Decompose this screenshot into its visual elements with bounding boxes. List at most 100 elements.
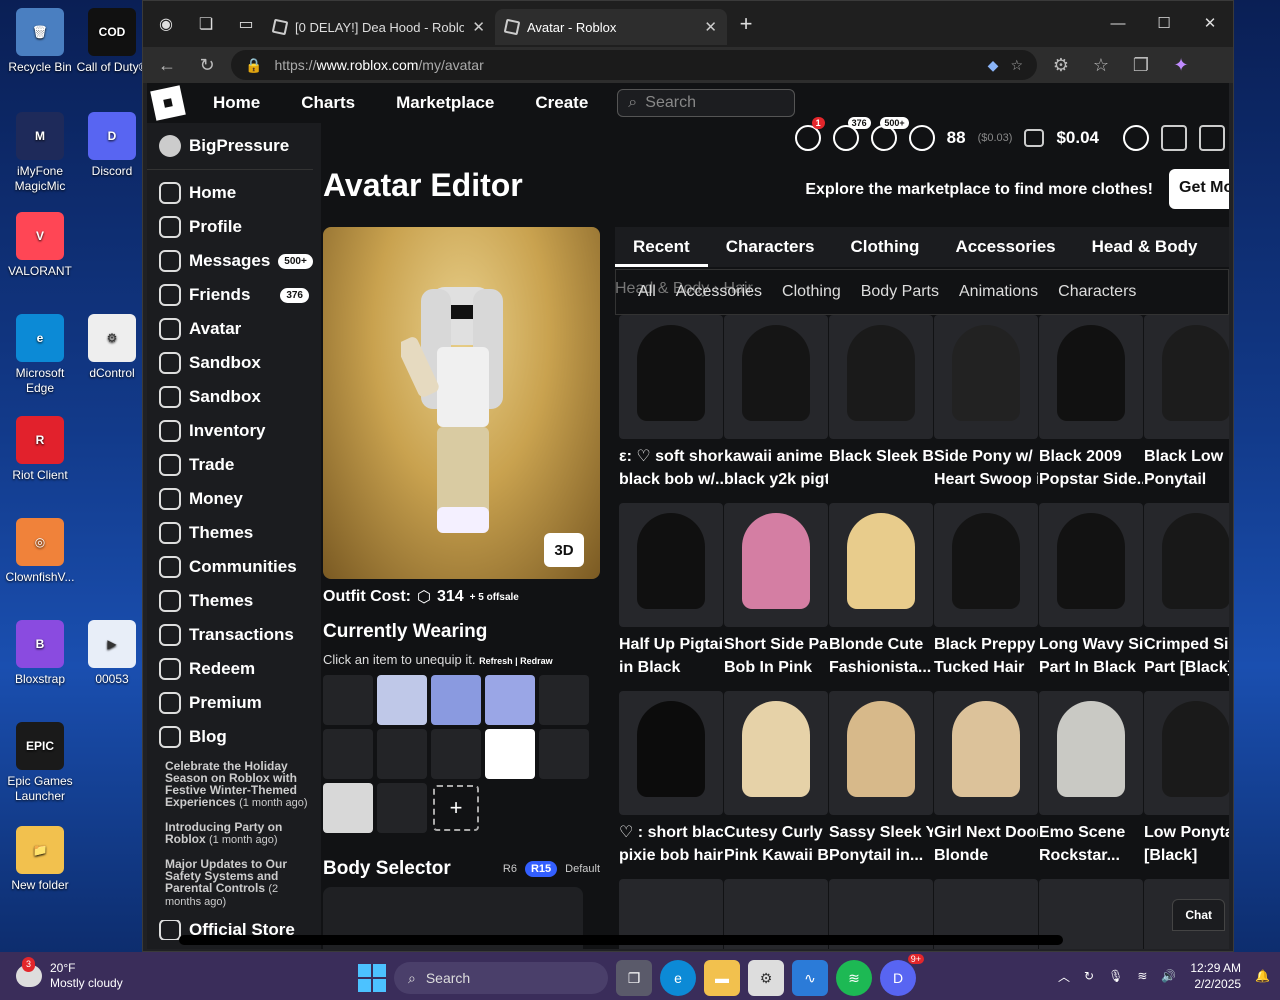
sidebar-item-redeem[interactable]: Redeem — [147, 652, 321, 686]
wearing-item[interactable] — [323, 729, 373, 779]
tab-avatar[interactable]: Avatar - Roblox ✕ — [495, 9, 727, 45]
blog-post-link[interactable]: Celebrate the Holiday Season on Roblox w… — [165, 760, 311, 809]
settings-gear-icon[interactable] — [1123, 125, 1149, 151]
item-card[interactable]: Half Up Pigtailsin Black — [619, 503, 723, 679]
sidebar-item-themes[interactable]: Themes — [147, 584, 321, 618]
r15-option[interactable]: R15 — [524, 861, 558, 877]
subtab-body-parts[interactable]: Body Parts — [861, 283, 939, 301]
sidebar-item-friends[interactable]: Friends 376 — [147, 278, 321, 312]
desktop-icon[interactable]: R Riot Client — [2, 416, 78, 483]
extension-r-icon[interactable] — [1199, 125, 1225, 151]
file-explorer-icon[interactable]: ▬ — [704, 960, 740, 996]
desktop-icon[interactable]: ◎ ClownfishV... — [2, 518, 78, 585]
subtab-clothing[interactable]: Clothing — [782, 283, 841, 301]
desktop-icon[interactable]: EPIC Epic Games Launcher — [2, 722, 78, 804]
blog-post-link[interactable]: Introducing Party on Roblox (1 month ago… — [165, 821, 311, 846]
sidebar-item-inventory[interactable]: Inventory — [147, 414, 321, 448]
desktop-icon[interactable]: 📁 New folder — [2, 826, 78, 893]
wearing-item[interactable] — [377, 783, 427, 833]
item-card[interactable]: Black Sleek Bob — [829, 315, 933, 491]
sidebar-item-avatar[interactable]: Avatar — [147, 312, 321, 346]
extensions-icon[interactable]: ⚙ — [1045, 50, 1077, 80]
wearing-item[interactable] — [485, 729, 535, 779]
coupon-icon[interactable]: ◆ — [988, 57, 999, 74]
refresh-redraw-link[interactable]: Refresh | Redraw — [479, 656, 553, 666]
favorites-icon[interactable]: ☆ — [1085, 50, 1117, 80]
wearing-item[interactable] — [431, 675, 481, 725]
wearing-item[interactable] — [485, 675, 535, 725]
tab-clothing[interactable]: Clothing — [833, 227, 938, 267]
item-card[interactable]: Black 2009 Popstar Side... — [1039, 315, 1143, 491]
sidebar-item-blog[interactable]: Blog — [147, 720, 321, 754]
sidebar-item-premium[interactable]: Premium — [147, 686, 321, 720]
clock[interactable]: 12:29 AM 2/2/2025 — [1190, 960, 1241, 992]
sidebar-item-communities[interactable]: Communities — [147, 550, 321, 584]
tab-head-body[interactable]: Head & Body — [1074, 227, 1216, 267]
wearing-item[interactable] — [539, 675, 589, 725]
desktop-icon[interactable]: COD Call of Duty® — [74, 8, 150, 75]
desktop-icon[interactable]: B Bloxstrap — [2, 620, 78, 687]
favorite-star-icon[interactable]: ☆ — [1010, 57, 1023, 74]
item-card[interactable]: ♡ : short black pixie bob hair — [619, 691, 723, 867]
roblox-logo-icon[interactable] — [150, 85, 186, 121]
friends-icon[interactable]: 376 — [832, 117, 871, 151]
subtab-characters[interactable]: Characters — [1058, 283, 1136, 301]
r6-option[interactable]: R6 — [503, 863, 517, 875]
close-tab-icon[interactable]: ✕ — [472, 18, 485, 36]
get-more-button[interactable]: Get More — [1169, 169, 1229, 209]
start-windows-icon[interactable] — [358, 964, 386, 992]
item-card[interactable]: Sassy Sleek Y2KPonytail in... — [829, 691, 933, 867]
tab-accessories[interactable]: Accessories — [937, 227, 1073, 267]
profile-icon[interactable]: ◉ — [149, 7, 183, 41]
desktop-icon[interactable]: ▶ 00053 — [74, 620, 150, 687]
item-card[interactable]: Black Preppy Tucked Hair — [934, 503, 1038, 679]
close-window-button[interactable]: ✕ — [1187, 1, 1233, 45]
new-tab-button[interactable]: + — [731, 11, 761, 37]
desktop-icon[interactable]: MiMyFone MagicMic — [2, 112, 78, 194]
avatar-preview[interactable]: 3D — [323, 227, 600, 579]
microphone-icon[interactable]: 🎙 — [1108, 969, 1123, 983]
tab-actions-icon[interactable]: ▭ — [229, 7, 263, 41]
spotify-icon[interactable]: ≋ — [836, 960, 872, 996]
subtab-all[interactable]: All — [638, 283, 656, 301]
taskbar-search[interactable]: ⌕ Search — [394, 962, 608, 994]
wearing-item[interactable] — [431, 729, 481, 779]
sidebar-item-profile[interactable]: Profile — [147, 210, 321, 244]
sidebar-item-sandbox[interactable]: Sandbox — [147, 380, 321, 414]
notifications-icon[interactable]: 1 — [794, 117, 825, 151]
copilot-icon[interactable]: ✦ — [1165, 50, 1197, 80]
minimize-button[interactable]: — — [1095, 1, 1141, 45]
close-tab-icon[interactable]: ✕ — [704, 18, 717, 36]
nav-create[interactable]: Create — [535, 93, 588, 113]
item-card[interactable]: Crimped SidePart [Black] — [1144, 503, 1229, 679]
item-card[interactable]: Long Wavy SidePart In Black — [1039, 503, 1143, 679]
item-card[interactable]: ε: ♡ soft short black bob w/... — [619, 315, 723, 491]
item-card[interactable]: Low Ponytail[Black] — [1144, 691, 1229, 867]
sidebar-item-home[interactable]: Home — [147, 176, 321, 210]
wearing-item[interactable] — [377, 675, 427, 725]
task-view-icon[interactable]: ❐ — [616, 960, 652, 996]
blog-post-link[interactable]: Major Updates to Our Safety Systems and … — [165, 858, 311, 908]
sidebar-item-sandbox[interactable]: Sandbox — [147, 346, 321, 380]
desktop-icon[interactable]: ⚙ dControl — [74, 314, 150, 381]
collections-icon[interactable]: ❐ — [1125, 50, 1157, 80]
desktop-icon[interactable]: 🗑 Recycle Bin — [2, 8, 78, 75]
maximize-button[interactable]: ☐ — [1141, 1, 1187, 45]
item-card[interactable]: Blonde Cute Fashionista... — [829, 503, 933, 679]
wifi-icon[interactable]: ≋ — [1137, 969, 1147, 983]
sidebar-item-trade[interactable]: Trade — [147, 448, 321, 482]
subtab-accessories[interactable]: Accessories — [676, 283, 762, 301]
item-card[interactable]: Emo Scene Rockstar... — [1039, 691, 1143, 867]
sidebar-item-transactions[interactable]: Transactions — [147, 618, 321, 652]
edge-icon[interactable]: e — [660, 960, 696, 996]
wallet-icon[interactable] — [1024, 129, 1045, 147]
wearing-item[interactable] — [323, 783, 373, 833]
sidebar-user[interactable]: BigPressure — [147, 123, 313, 170]
refresh-icon[interactable]: ↻ — [191, 50, 223, 80]
item-card[interactable]: Girl Next Door inBlonde — [934, 691, 1038, 867]
tab-characters[interactable]: Characters — [708, 227, 833, 267]
discord-icon[interactable]: D 9+ — [880, 954, 924, 996]
desktop-icon[interactable]: V VALORANT — [2, 212, 78, 279]
toggle-3d-button[interactable]: 3D — [544, 533, 584, 567]
wearing-item[interactable] — [377, 729, 427, 779]
